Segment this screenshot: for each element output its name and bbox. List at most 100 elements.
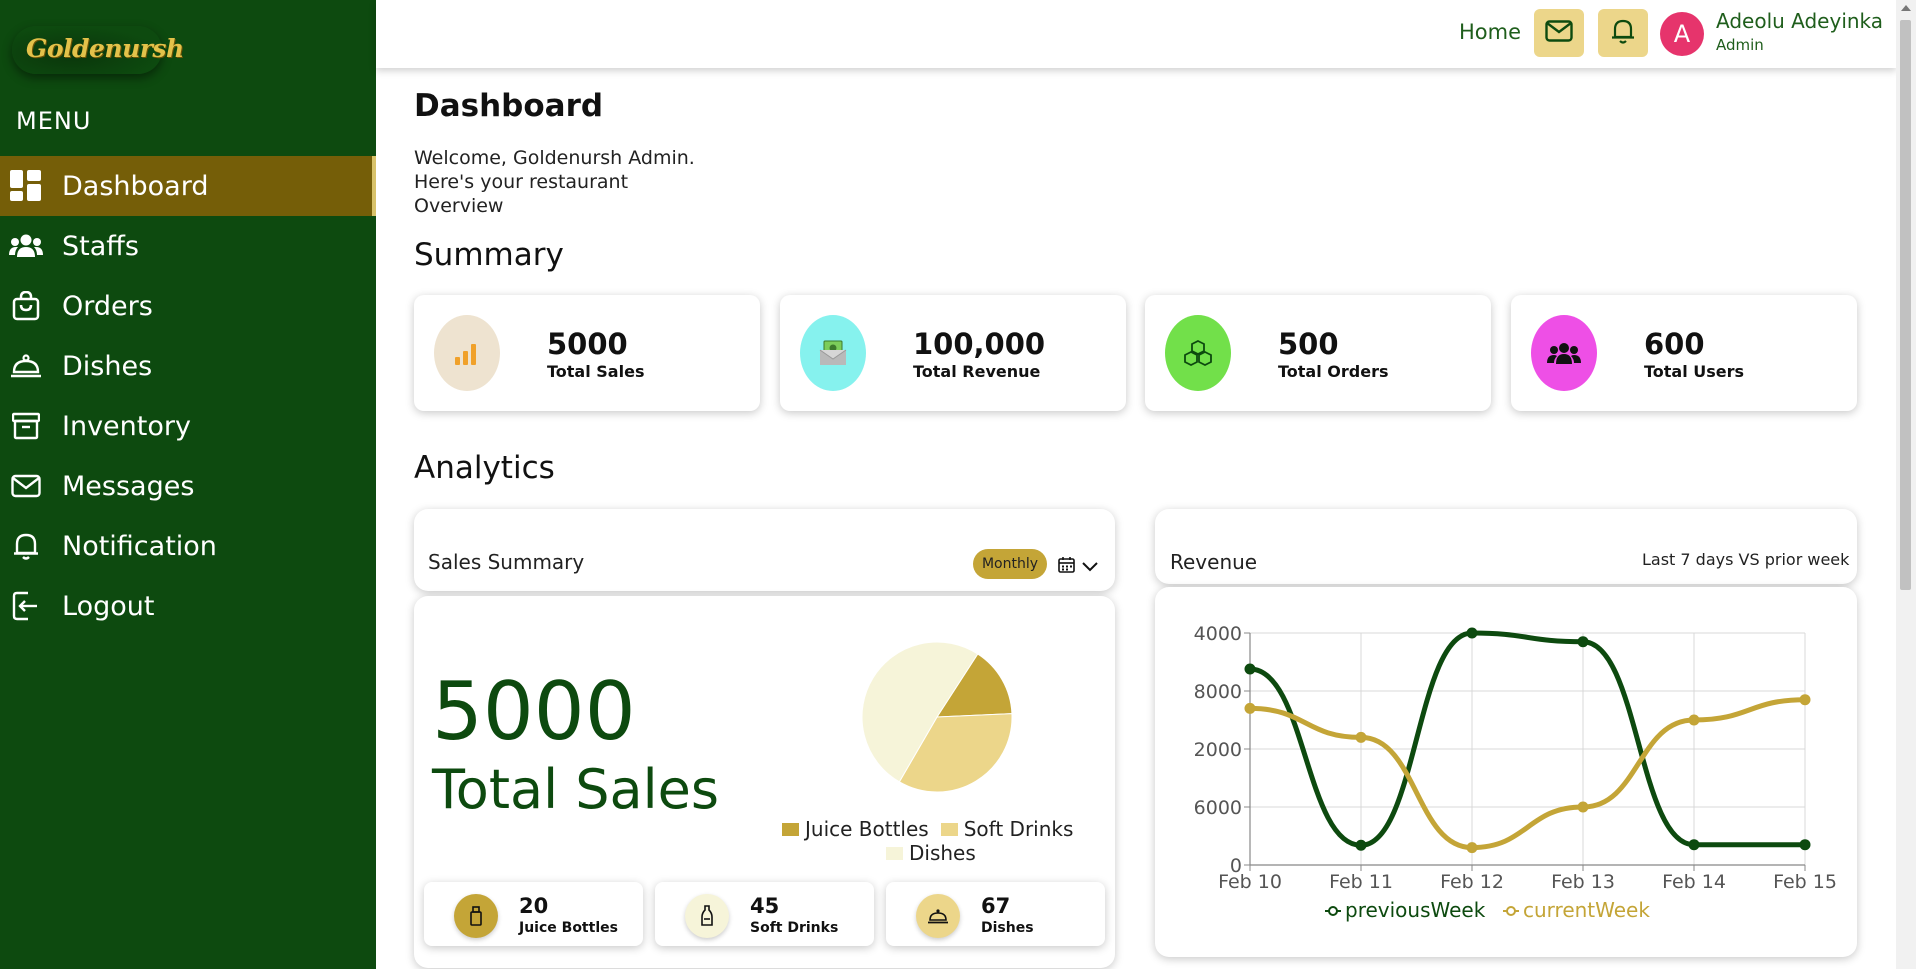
x-tick-label: Feb 10 [1218,871,1282,893]
revenue-period-note: Last 7 days VS prior week [1642,550,1850,569]
chevron-down-icon[interactable] [1081,558,1099,577]
data-point [1244,702,1256,714]
bar-chart-icon [434,315,500,391]
cloche-icon [9,349,43,383]
cloche-icon [916,894,960,938]
analytics-title: Analytics [414,450,555,486]
welcome-line: Overview [414,195,504,217]
y-tick-label: 4000 [1194,623,1242,645]
scroll-thumb[interactable] [1900,20,1911,590]
calendar-icon[interactable] [1058,556,1075,577]
y-tick-label: 2000 [1194,739,1242,761]
page-title: Dashboard [414,88,604,124]
welcome-line: Here's your restaurant [414,171,629,193]
revenue-title: Revenue [1170,550,1258,574]
avatar[interactable]: A [1660,12,1704,56]
scrollbar[interactable] [1896,0,1916,969]
legend-label: Juice Bottles [805,817,929,841]
data-point [1355,731,1367,743]
sales-summary-title: Sales Summary [428,550,585,574]
bell-icon [9,529,43,563]
card-label: Total Sales [547,362,645,381]
total-sales-label: Total Sales [432,758,720,821]
data-point [1244,663,1256,675]
mail-icon [1545,20,1573,46]
mini-label: Soft Drinks [750,920,839,936]
sidebar-item-label: Logout [62,590,155,622]
data-point [1799,694,1811,706]
x-tick-label: Feb 11 [1329,871,1393,893]
boxes-icon [1165,315,1231,391]
revenue-line-chart: 06000200080004000Feb 10 Feb 11 Feb 12 Feb 1… [1194,623,1837,922]
card-value: 600 [1644,327,1705,361]
sales-item-dishes: 67 Dishes [886,882,1105,946]
data-point [1355,839,1367,851]
legend-label: Dishes [909,841,976,865]
home-link[interactable]: Home [1459,20,1521,44]
x-tick-label: Feb 14 [1662,871,1726,893]
messages-button[interactable] [1534,9,1584,57]
summary-card-total-orders: 500 Total Orders [1145,295,1491,411]
logo[interactable]: Goldenursh [12,26,184,74]
mini-value: 67 [981,894,1011,918]
mini-value: 45 [750,894,780,918]
group-icon [1531,315,1597,391]
welcome-text: Welcome, Goldenursh Admin. Here's your r… [414,146,695,218]
legend-swatch [940,822,958,836]
sidebar-item-logout[interactable]: Logout [0,576,376,636]
sidebar-item-orders[interactable]: Orders [0,276,376,336]
series-line [1249,630,1805,848]
top-bar: Home A Adeolu Adeyinka Admin [376,0,1896,68]
sidebar-item-notification[interactable]: Notification [0,516,376,576]
data-point [1688,839,1700,851]
card-value: 100,000 [913,327,1046,361]
sidebar-item-inventory[interactable]: Inventory [0,396,376,456]
archive-icon [9,409,43,443]
sidebar-item-label: Orders [62,290,153,322]
sidebar-item-label: Inventory [62,410,191,442]
sidebar-item-label: Staffs [62,230,139,262]
sidebar-item-label: Messages [62,470,195,502]
total-sales-value: 5000 [432,665,636,758]
menu-title: MENU [16,107,92,135]
users-icon [9,229,43,263]
legend-swatch [782,822,799,836]
y-tick-label: 6000 [1194,797,1242,819]
sidebar-item-label: Dishes [62,350,153,382]
pie-legend: Juice Bottles Soft Drinks [782,817,1073,841]
shopping-bag-icon [9,289,43,323]
mini-label: Juice Bottles [519,920,618,936]
dashboard-icon [9,169,43,203]
summary-card-total-sales: 5000 Total Sales [414,295,760,411]
data-point [1799,839,1811,851]
logout-icon [9,589,43,623]
mini-value: 20 [519,894,549,918]
legend-marker [1328,906,1338,916]
data-point [1466,627,1478,639]
legend-label: Soft Drinks [963,817,1074,841]
legend-swatch [886,846,903,860]
sales-item-soft-drinks: 45 Soft Drinks [655,882,874,946]
legend-marker [1506,906,1516,916]
logo-text: Goldenursh [26,34,184,63]
card-value: 5000 [547,327,628,361]
card-label: Total Revenue [913,362,1041,381]
legend-label: currentWeek [1523,898,1650,922]
period-select[interactable]: Monthly [973,549,1047,579]
x-tick-label: Feb 13 [1551,871,1615,893]
mail-icon [9,469,43,503]
sales-pie-chart [861,641,1013,793]
card-label: Total Orders [1278,362,1389,381]
drink-bottle-icon [685,894,729,938]
scroll-up-arrow-icon[interactable] [1901,5,1911,11]
user-name: Adeolu Adeyinka [1716,9,1884,33]
sidebar-item-staffs[interactable]: Staffs [0,216,376,276]
sidebar-item-dishes[interactable]: Dishes [0,336,376,396]
pie-legend: Dishes [886,841,976,865]
sidebar-item-messages[interactable]: Messages [0,456,376,516]
revenue-header [1155,509,1857,584]
summary-card-total-revenue: 100,000 Total Revenue [780,295,1126,411]
x-tick-label: Feb 12 [1440,871,1504,893]
notifications-button[interactable] [1598,9,1648,57]
sidebar-item-dashboard[interactable]: Dashboard [0,156,376,216]
